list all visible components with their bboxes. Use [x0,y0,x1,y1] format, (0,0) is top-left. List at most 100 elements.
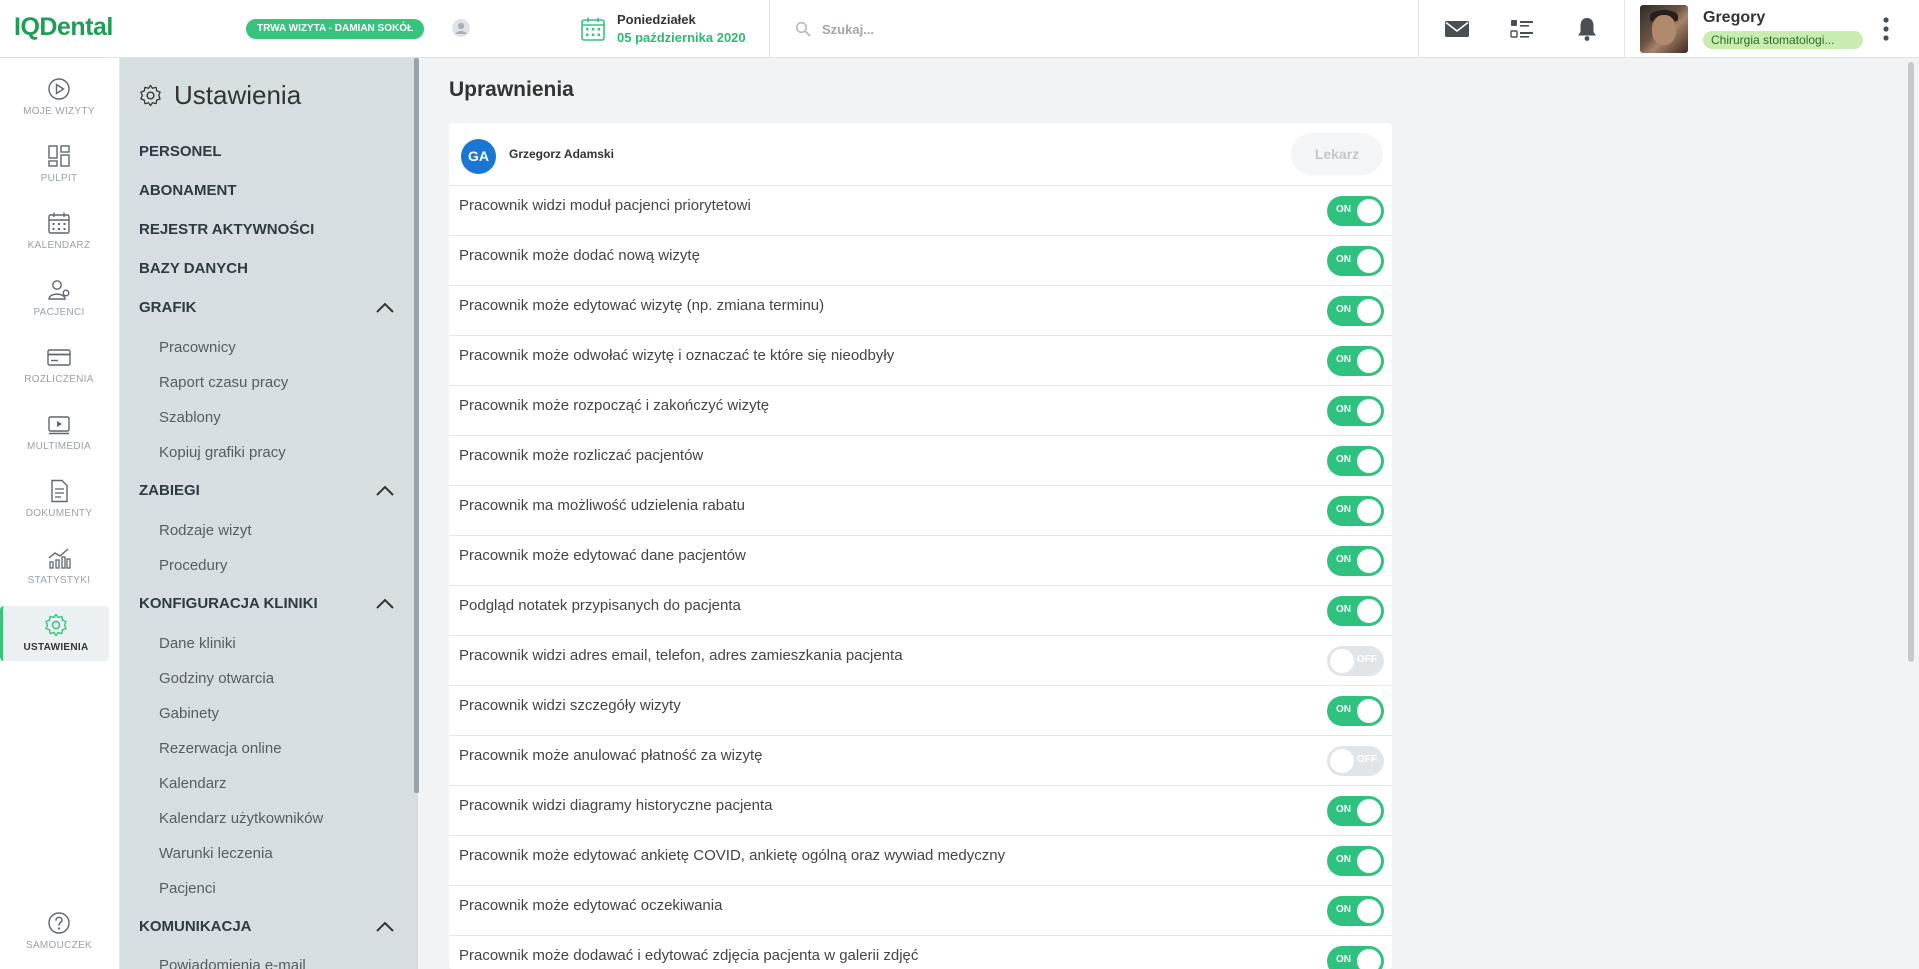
toggle-state-label: ON [1336,304,1351,315]
more-menu-icon[interactable] [1878,15,1894,43]
settings-item-gabinety[interactable]: Gabinety [159,705,219,722]
nav-label: KALENDARZ [27,240,91,251]
toggle-state-label: ON [1336,904,1351,915]
permission-toggle[interactable]: ON [1327,296,1384,326]
settings-section-bazy-danych[interactable]: BAZY DANYCH [139,260,399,282]
active-visit-badge[interactable]: TRWA WIZYTA - DAMIAN SOKÓŁ [246,19,425,39]
settings-item-dane-kliniki[interactable]: Dane kliniki [159,635,236,652]
user-avatar[interactable] [1640,5,1688,53]
settings-item-godziny-otwarcia[interactable]: Godziny otwarcia [159,670,274,687]
settings-item-rodzaje-wizyt[interactable]: Rodzaje wizyt [159,522,252,539]
user-name[interactable]: Gregory [1703,9,1765,27]
permission-toggle[interactable]: ON [1327,396,1384,426]
page-scrollbar[interactable] [1908,62,1914,662]
nav-item-pulpit[interactable]: PULPIT [0,143,118,201]
settings-section-konfiguracja[interactable]: KONFIGURACJA KLINIKI [139,595,399,617]
app-logo[interactable]: IQDental [14,13,113,42]
toggle-knob [1330,749,1354,773]
settings-item-kalendarz[interactable]: Kalendarz [159,775,227,792]
permission-toggle[interactable]: ON [1327,796,1384,826]
chevron-up-icon[interactable] [375,484,395,498]
settings-scrollbar[interactable] [414,58,419,793]
gear-icon [140,84,161,107]
nav-item-rozliczenia[interactable]: ROZLICZENIA [0,344,118,402]
permission-toggle[interactable]: OFF [1327,746,1384,776]
help-icon [48,912,70,934]
search-icon [795,21,811,37]
permission-row: Pracownik może dodawać i edytować zdjęci… [449,936,1392,969]
permission-label: Pracownik może dodawać i edytować zdjęci… [459,947,919,964]
task-list-icon[interactable] [1508,15,1536,43]
permission-label: Pracownik może anulować płatność za wizy… [459,747,763,764]
permission-label: Pracownik widzi adres email, telefon, ad… [459,647,903,664]
permission-toggle[interactable]: ON [1327,496,1384,526]
permission-label: Pracownik może edytować wizytę (np. zmia… [459,297,825,314]
role-button[interactable]: Lekarz [1291,133,1383,175]
section-label: KOMUNIKACJA [139,918,252,935]
permission-toggle[interactable]: ON [1327,346,1384,376]
nav-item-multimedia[interactable]: MULTIMEDIA [0,411,118,469]
toggle-knob [1357,249,1381,273]
toggle-state-label: ON [1336,854,1351,865]
divider [1418,0,1419,58]
chevron-up-icon[interactable] [375,301,395,315]
nav-item-pacjenci[interactable]: PACJENCI [0,277,118,335]
settings-section-komunikacja[interactable]: KOMUNIKACJA [139,918,399,940]
divider [769,0,770,58]
permission-row: Pracownik widzi diagramy historyczne pac… [449,786,1392,836]
permission-toggle[interactable]: ON [1327,596,1384,626]
settings-item-powiadomienia-email[interactable]: Powiadomienia e-mail [159,957,306,969]
user-role-badge[interactable]: Chirurgia stomatologi... [1703,31,1863,49]
settings-section-zabiegi[interactable]: ZABIEGI [139,482,399,504]
permission-toggle[interactable]: ON [1327,696,1384,726]
toggle-state-label: ON [1336,504,1351,515]
settings-item-raport-czasu-pracy[interactable]: Raport czasu pracy [159,374,288,391]
permissions-card: GA Grzegorz Adamski Lekarz Pracownik wid… [449,123,1392,969]
settings-item-kopiuj-grafiki[interactable]: Kopiuj grafiki pracy [159,444,286,461]
settings-item-rezerwacja-online[interactable]: Rezerwacja online [159,740,282,757]
chevron-up-icon[interactable] [375,920,395,934]
document-icon [51,479,68,503]
permission-row: Pracownik widzi szczegóły wizyty ON [449,686,1392,736]
toggle-state-label: ON [1336,804,1351,815]
toggle-knob [1357,799,1381,823]
chevron-up-icon[interactable] [375,597,395,611]
settings-item-pracownicy[interactable]: Pracownicy [159,339,236,356]
permission-label: Pracownik widzi szczegóły wizyty [459,697,681,714]
settings-item-procedury[interactable]: Procedury [159,557,227,574]
nav-label: PULPIT [40,173,78,184]
settings-item-pacjenci[interactable]: Pacjenci [159,880,216,897]
permission-toggle[interactable]: ON [1327,896,1384,926]
settings-section-personel[interactable]: PERSONEL [139,143,399,165]
settings-item-kalendarz-uzytkownikow[interactable]: Kalendarz użytkowników [159,810,323,827]
settings-item-szablony[interactable]: Szablony [159,409,221,426]
toggle-knob [1357,699,1381,723]
permission-row: Pracownik może edytować oczekiwania ON [449,886,1392,936]
toggle-state-label: ON [1336,604,1351,615]
permission-toggle[interactable]: ON [1327,196,1384,226]
permission-toggle[interactable]: ON [1327,246,1384,276]
nav-item-dokumenty[interactable]: DOKUMENTY [0,478,118,536]
permission-toggle[interactable]: ON [1327,946,1384,969]
search-input[interactable] [822,16,1382,42]
settings-item-warunki-leczenia[interactable]: Warunki leczenia [159,845,273,862]
mail-icon[interactable] [1443,15,1471,43]
toggle-knob [1357,349,1381,373]
nav-item-moje-wizyty[interactable]: MOJE WIZYTY [0,76,118,134]
nav-item-kalendarz[interactable]: KALENDARZ [0,210,118,268]
nav-item-statystyki[interactable]: STATYSTYKI [0,545,118,603]
toggle-knob [1357,599,1381,623]
page-title: Uprawnienia [449,78,574,101]
settings-section-grafik[interactable]: GRAFIK [139,299,399,321]
permission-toggle[interactable]: OFF [1327,646,1384,676]
nav-item-ustawienia[interactable]: USTAWIENIA [0,606,109,661]
settings-section-abonament[interactable]: ABONAMENT [139,182,399,204]
permission-toggle[interactable]: ON [1327,546,1384,576]
user-icon[interactable] [452,19,470,37]
permission-toggle[interactable]: ON [1327,846,1384,876]
settings-section-rejestr[interactable]: REJESTR AKTYWNOŚCI [139,221,399,243]
calendar-icon [48,212,70,234]
nav-item-samouczek[interactable]: SAMOUCZEK [0,910,118,968]
bell-icon[interactable] [1573,15,1601,43]
permission-toggle[interactable]: ON [1327,446,1384,476]
